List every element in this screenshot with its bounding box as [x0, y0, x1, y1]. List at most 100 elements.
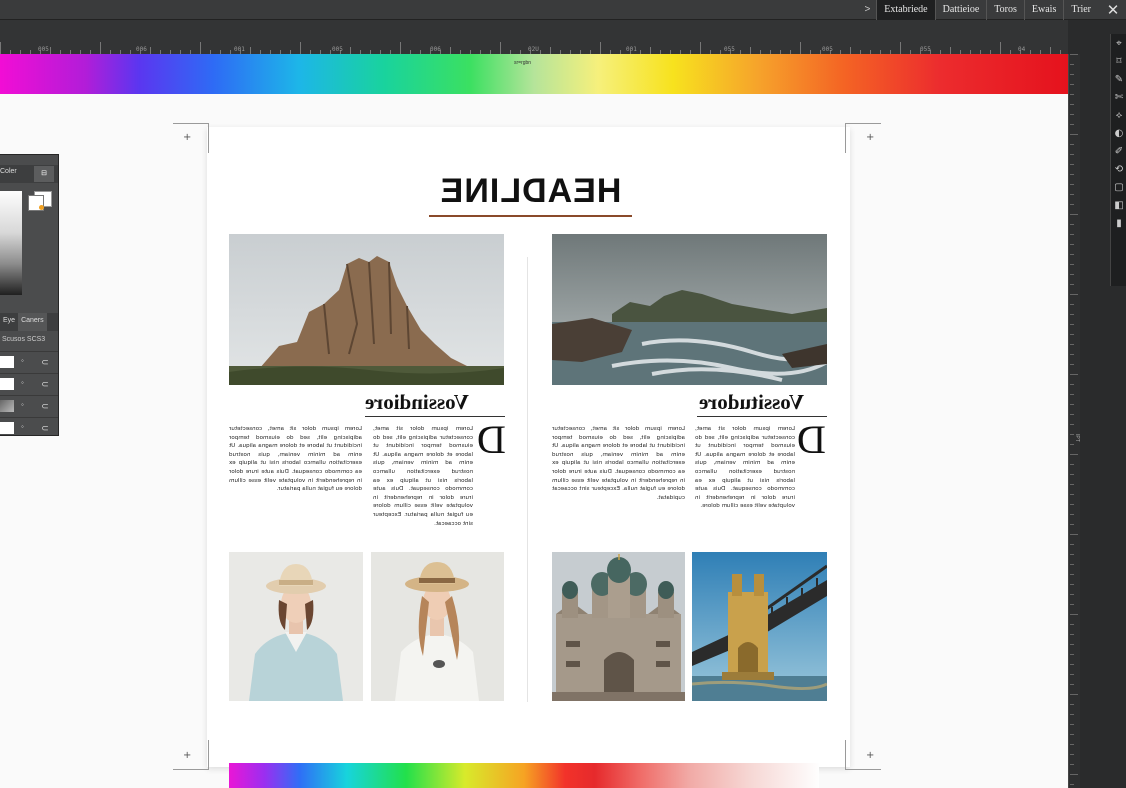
ruler-tick: [1070, 104, 1074, 105]
magazine-spread[interactable]: HEADLINE Vossindiore D Lorem ipsum dolor…: [207, 127, 850, 788]
cathedral-photo[interactable]: [552, 552, 685, 701]
rock-spire-photo[interactable]: [229, 234, 504, 385]
layer-link-icon[interactable]: ⊂: [38, 421, 52, 435]
crop-mark-plus: +: [183, 132, 192, 143]
visibility-icon[interactable]: ◦: [21, 400, 24, 409]
ruler-tick: [300, 42, 301, 54]
color-picker-field[interactable]: [0, 191, 22, 295]
canvas[interactable]: sr=rgbn HEADLINE Vossindiore D Lorem ips…: [0, 54, 1068, 788]
swap-colors-icon[interactable]: [39, 205, 44, 210]
tool-icon[interactable]: ⌖: [1111, 34, 1126, 52]
color-panel-tabs: Coler ⊟: [0, 165, 58, 183]
color-swatches[interactable]: [28, 191, 54, 217]
headline[interactable]: HEADLINE: [429, 171, 632, 211]
left-article-column-right[interactable]: Lorem ipsum dolor sit amet, consectetur …: [373, 425, 473, 527]
ruler-tick: [1070, 164, 1074, 165]
vertical-ruler[interactable]: IPT: [1068, 54, 1080, 788]
ruler-tick: [1070, 254, 1074, 255]
ruler-tick: [1070, 624, 1074, 625]
ruler-tick: [1070, 94, 1074, 95]
right-article-title[interactable]: Vossitudore: [699, 390, 804, 415]
ruler-tick: [1070, 204, 1074, 205]
tool-icon[interactable]: ▢: [1111, 178, 1126, 196]
ruler-tick: [400, 42, 401, 54]
ruler-tick: [150, 47, 151, 54]
ruler-tick: [100, 42, 101, 54]
ruler-tick: [1070, 514, 1074, 515]
ruler-tick: [750, 47, 751, 54]
ruler-tick: [1070, 744, 1074, 745]
tool-icon[interactable]: ✄: [1111, 88, 1126, 106]
ruler-tick: [1070, 304, 1074, 305]
ruler-tick: [1070, 654, 1074, 655]
tool-icon[interactable]: ✎: [1111, 70, 1126, 88]
ruler-tick: [1070, 214, 1078, 215]
ruler-tick: [450, 47, 451, 54]
ruler-tick: [1070, 124, 1074, 125]
ruler-tick: [1070, 784, 1074, 785]
chevron-right-icon[interactable]: >: [858, 0, 876, 20]
visibility-icon[interactable]: ◦: [21, 422, 24, 431]
vertical-ruler-label: IPT: [1074, 434, 1080, 442]
woman-hat-photo-1[interactable]: [229, 552, 363, 701]
ruler-tick: [1070, 484, 1074, 485]
layer-link-icon[interactable]: ⊂: [38, 377, 52, 391]
menu-bar: ✕ Trier Ewais Toros Dattieioe Extabriede…: [0, 0, 1126, 20]
ruler-tick: [1070, 384, 1074, 385]
tool-icon[interactable]: ▮: [1111, 214, 1126, 232]
layer-row[interactable]: ◦ ⊂: [0, 351, 58, 371]
layer-row[interactable]: ◦ ⊂: [0, 395, 58, 415]
ruler-tick: [500, 42, 501, 54]
panel-menu-icon[interactable]: ⊟: [34, 166, 54, 182]
menu-item-dattieioe[interactable]: Dattieioe: [934, 0, 987, 20]
banner-label: sr=rgbn: [514, 60, 532, 66]
layer-link-icon[interactable]: ⊂: [38, 399, 52, 413]
tool-icon[interactable]: ⟡: [1111, 106, 1126, 124]
crop-mark-bottom-left[interactable]: +: [173, 740, 209, 770]
ruler-tick: [1070, 474, 1074, 475]
layer-row[interactable]: ◦ ⊂: [0, 417, 58, 437]
tool-icon[interactable]: ✐: [1111, 142, 1126, 160]
menu-item-toros[interactable]: Toros: [986, 0, 1024, 20]
ruler-tick: [1070, 84, 1074, 85]
ruler-tick: [1070, 564, 1074, 565]
ruler-label: 005: [38, 46, 49, 53]
ruler-tick: [1070, 354, 1074, 355]
color-layers-panel: Coler ⊟ Eye Caners Scusos SCS3 ◦ ⊂ ◦ ⊂ ◦ ⊂ ◦ ⊂: [0, 154, 59, 436]
crop-mark-bottom-right[interactable]: +: [845, 740, 881, 770]
left-article-dropcap: D: [477, 417, 506, 462]
layer-link-icon[interactable]: ⊂: [38, 355, 52, 369]
crop-mark-top-right[interactable]: +: [845, 123, 881, 153]
tab-color[interactable]: Coler: [0, 168, 17, 175]
crop-mark-top-left[interactable]: +: [173, 123, 209, 153]
tab-layers[interactable]: Caners: [18, 313, 47, 331]
tool-icon[interactable]: ◧: [1111, 196, 1126, 214]
close-icon[interactable]: ✕: [1102, 0, 1124, 20]
ruler-tick: [1070, 424, 1074, 425]
menu-item-extabriede[interactable]: Extabriede: [876, 0, 935, 20]
left-article-column-left[interactable]: Lorem ipsum dolor sit amet, consectetur …: [229, 425, 362, 527]
tool-icon[interactable]: ◐: [1111, 124, 1126, 142]
tab-eye[interactable]: Eye: [0, 313, 18, 331]
left-article-title[interactable]: Vossindiore: [365, 390, 469, 415]
ruler-tick: [1070, 574, 1074, 575]
ruler-tick: [1070, 444, 1074, 445]
bridge-tower-photo[interactable]: [692, 552, 827, 701]
horizontal-ruler[interactable]: 005 006 001 005 006 02U 001 055 005 055 04: [0, 20, 1091, 54]
ruler-tick: [1070, 324, 1074, 325]
right-article-column-right[interactable]: Lorem ipsum dolor sit amet, consectetur …: [695, 425, 795, 527]
tool-icon[interactable]: ⟲: [1111, 160, 1126, 178]
visibility-icon[interactable]: ◦: [21, 356, 24, 365]
ruler-label: 001: [234, 46, 245, 53]
visibility-icon[interactable]: ◦: [21, 378, 24, 387]
ruler-tick: [1070, 64, 1074, 65]
tool-icon[interactable]: ⌑: [1111, 52, 1126, 70]
crop-mark-plus: +: [866, 750, 875, 761]
coastline-photo[interactable]: [552, 234, 827, 385]
ruler-tick: [250, 47, 251, 54]
menu-item-trier[interactable]: Trier: [1063, 0, 1098, 20]
right-article-column-left[interactable]: Lorem ipsum dolor sit amet, consectetur …: [552, 425, 685, 527]
woman-hat-photo-2[interactable]: [371, 552, 504, 701]
menu-item-ewais[interactable]: Ewais: [1023, 0, 1063, 20]
layer-row[interactable]: ◦ ⊂: [0, 373, 58, 393]
